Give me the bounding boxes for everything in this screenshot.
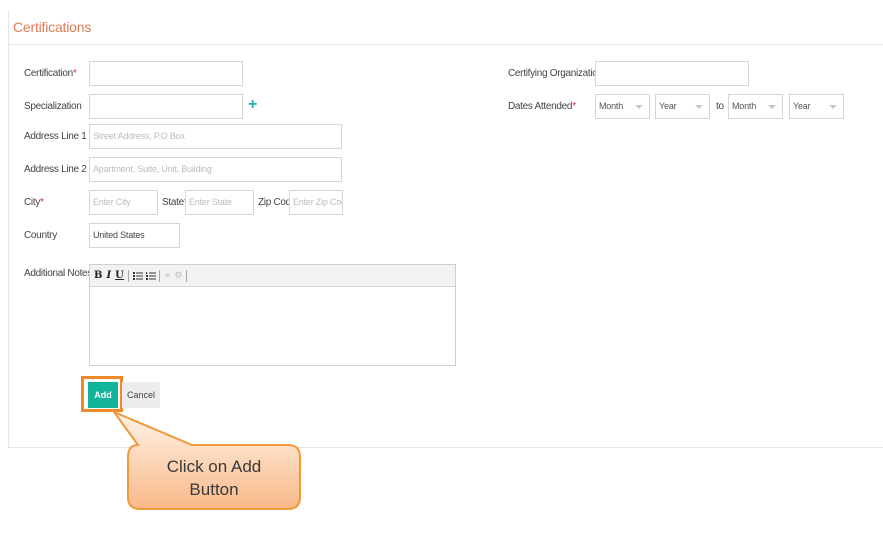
callout-text: Click on Add Button [128, 455, 300, 501]
callout-line-1: Click on Add [166, 457, 262, 476]
callout-line-2: Button [189, 480, 239, 499]
